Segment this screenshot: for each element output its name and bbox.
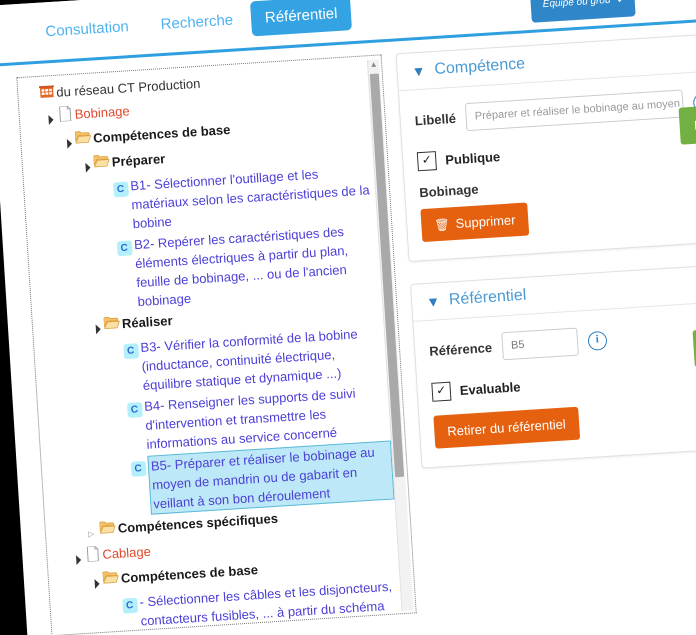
tree-item-label: Préparer bbox=[111, 151, 166, 170]
tree-toggle-open-icon[interactable] bbox=[59, 130, 74, 154]
tree-toggle-open-icon[interactable] bbox=[87, 315, 102, 339]
competence-tree: du réseau CT ProductionBobinageCompétenc… bbox=[17, 56, 408, 635]
competence-badge: C bbox=[119, 593, 140, 614]
evaluable-checkbox[interactable]: ✓ bbox=[431, 381, 452, 402]
competence-badge: C bbox=[121, 597, 138, 614]
referentiel-panel: ▼ Référentiel Référence B5 i ✓ Evaluable… bbox=[410, 263, 696, 469]
evaluable-checkbox-row[interactable]: ✓ Evaluable bbox=[431, 364, 696, 402]
screenshot-stage: Consultation Recherche Référentiel Équipe … bbox=[0, 0, 696, 635]
delete-competence-label: Supprimer bbox=[455, 212, 516, 231]
tree-toggle-open-icon[interactable] bbox=[40, 106, 55, 130]
remove-from-referentiel-button[interactable]: Retirer du référentiel bbox=[433, 406, 580, 449]
competence-panel: ▼ Compétence Libellé Préparer et réalise… bbox=[395, 32, 696, 263]
tree-toggle-closed-icon[interactable] bbox=[83, 520, 98, 544]
competence-badge: C bbox=[112, 181, 129, 198]
application-window: Consultation Recherche Référentiel Équipe … bbox=[0, 0, 696, 635]
chevron-down-icon bbox=[615, 0, 624, 3]
competence-badge: C bbox=[127, 456, 148, 477]
team-dropdown-label: Équipe ou grou bbox=[542, 0, 611, 11]
tab-rfrentiel[interactable]: Référentiel bbox=[249, 0, 353, 37]
competence-panel-body: Libellé Préparer et réaliser le bobinage… bbox=[399, 71, 696, 261]
competence-badge: C bbox=[110, 176, 131, 198]
institution-icon bbox=[36, 83, 57, 105]
reference-label: Référence bbox=[428, 339, 493, 359]
tree-item-label: Bobinage bbox=[74, 103, 131, 122]
tree-toggle-open-icon[interactable] bbox=[68, 546, 83, 570]
competence-tree-panel: du réseau CT ProductionBobinageCompétenc… bbox=[16, 54, 417, 635]
tab-consultation[interactable]: Consultation bbox=[30, 8, 143, 50]
competence-badge: C bbox=[113, 235, 134, 257]
libelle-input[interactable]: Préparer et réaliser le bobinage au moye… bbox=[464, 89, 685, 132]
competence-panel-title: Compétence bbox=[433, 55, 526, 79]
info-icon[interactable]: i bbox=[587, 330, 608, 351]
chevron-down-icon[interactable]: ▼ bbox=[411, 63, 426, 80]
competence-badge: C bbox=[124, 397, 145, 418]
tree-item-label: Réaliser bbox=[121, 312, 173, 332]
save-competence-button[interactable]: Enregistrer bbox=[678, 101, 696, 145]
publique-label: Publique bbox=[444, 149, 501, 168]
referentiel-panel-body: Référence B5 i ✓ Evaluable Retirer du ré… bbox=[413, 301, 696, 467]
publique-checkbox[interactable]: ✓ bbox=[416, 151, 437, 172]
competence-badge: C bbox=[116, 240, 133, 257]
main-content: du réseau CT ProductionBobinageCompétenc… bbox=[0, 20, 696, 635]
competence-parent-label: Bobinage bbox=[418, 181, 479, 201]
evaluable-label: Evaluable bbox=[459, 379, 521, 399]
tree-item-label: Cablage bbox=[101, 543, 152, 562]
reference-row: Référence B5 i bbox=[428, 318, 696, 365]
trash-icon: 🗑 bbox=[433, 216, 451, 232]
competence-badge: C bbox=[120, 338, 141, 360]
tree-toggle-open-icon[interactable] bbox=[77, 154, 92, 178]
folder-open-icon bbox=[97, 519, 118, 540]
details-column: ▼ Compétence Libellé Préparer et réalise… bbox=[395, 32, 696, 612]
delete-competence-button[interactable]: 🗑 Supprimer bbox=[420, 202, 530, 243]
team-or-group-dropdown[interactable]: Équipe ou grou bbox=[529, 0, 636, 23]
tab-bar: Consultation Recherche Référentiel bbox=[30, 0, 353, 50]
publique-checkbox-row[interactable]: ✓ Publique bbox=[416, 134, 696, 172]
remove-from-referentiel-label: Retirer du référentiel bbox=[446, 416, 567, 439]
scrollbar-up-arrow[interactable]: ▲ bbox=[369, 60, 379, 70]
competence-badge: C bbox=[130, 460, 147, 477]
tree-toggle-open-icon[interactable] bbox=[86, 570, 101, 594]
tab-recherche[interactable]: Recherche bbox=[146, 2, 249, 43]
chevron-down-icon[interactable]: ▼ bbox=[426, 293, 441, 310]
competence-badge: C bbox=[122, 343, 139, 360]
competence-badge: C bbox=[126, 402, 143, 418]
referentiel-panel-title: Référentiel bbox=[448, 286, 527, 309]
reference-input[interactable]: B5 bbox=[501, 327, 579, 361]
libelle-row: Libellé Préparer et réaliser le bobinage… bbox=[414, 88, 696, 135]
tree-item-label: B2- Repérer les caractéristiques des élé… bbox=[133, 224, 349, 310]
libelle-label: Libellé bbox=[414, 110, 457, 128]
